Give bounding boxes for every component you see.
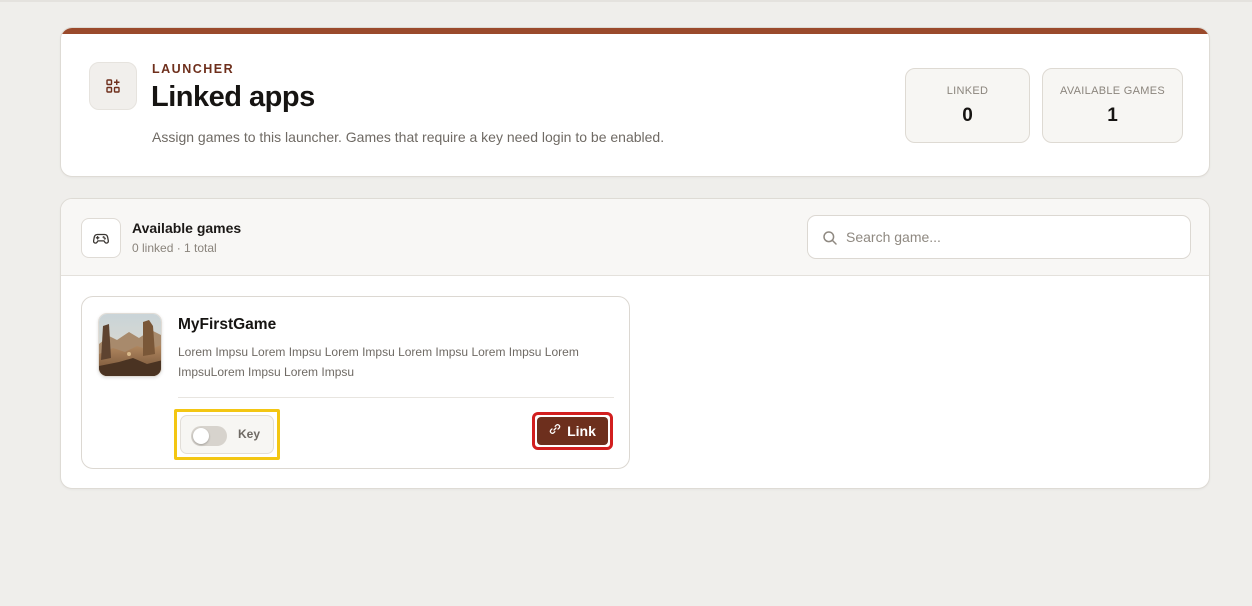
search-input[interactable] — [846, 216, 1176, 258]
key-toggle-label: Key — [238, 427, 261, 441]
link-button[interactable]: Link — [537, 417, 608, 445]
link-button-label: Link — [567, 423, 596, 439]
top-border-line — [0, 0, 1252, 2]
card-divider — [178, 397, 614, 398]
stat-available-value: 1 — [1107, 105, 1118, 126]
game-description: Lorem Impsu Lorem Impsu Lorem Impsu Lore… — [178, 345, 579, 379]
header-card: LAUNCHER Linked apps Assign games to thi… — [60, 27, 1210, 177]
stat-linked-label: LINKED — [946, 85, 989, 97]
link-icon — [549, 422, 561, 440]
key-toggle[interactable]: Key — [180, 415, 274, 454]
apps-add-icon — [89, 62, 137, 110]
search-icon — [822, 230, 838, 246]
game-thumbnail — [98, 313, 162, 377]
link-button-highlight: Link — [532, 412, 613, 450]
key-switch-knob — [193, 428, 209, 444]
games-panel: Available games 0 linked · 1 total Searc… — [60, 198, 1210, 489]
games-panel-count: 0 linked · 1 total — [132, 241, 217, 255]
page-eyebrow: LAUNCHER — [152, 62, 235, 76]
stat-available-games: AVAILABLE GAMES 1 — [1042, 68, 1183, 143]
stat-linked-value: 0 — [962, 105, 973, 126]
page-subtitle: Assign games to this launcher. Games tha… — [152, 129, 665, 145]
games-panel-header: Available games 0 linked · 1 total — [61, 199, 1209, 276]
header-accent-bar — [61, 28, 1209, 34]
game-card: MyFirstGame Lorem Impsu Lorem Impsu Lore… — [81, 296, 630, 469]
game-name: MyFirstGame — [178, 316, 277, 333]
stat-linked: LINKED 0 — [905, 68, 1030, 143]
gamepad-icon — [81, 218, 121, 258]
games-panel-title: Available games — [132, 220, 242, 236]
stat-available-label: AVAILABLE GAMES — [1060, 85, 1165, 97]
key-switch[interactable] — [191, 426, 227, 446]
key-toggle-highlight: Key — [174, 409, 280, 460]
page-title: Linked apps — [151, 81, 315, 113]
search-box — [807, 215, 1191, 259]
